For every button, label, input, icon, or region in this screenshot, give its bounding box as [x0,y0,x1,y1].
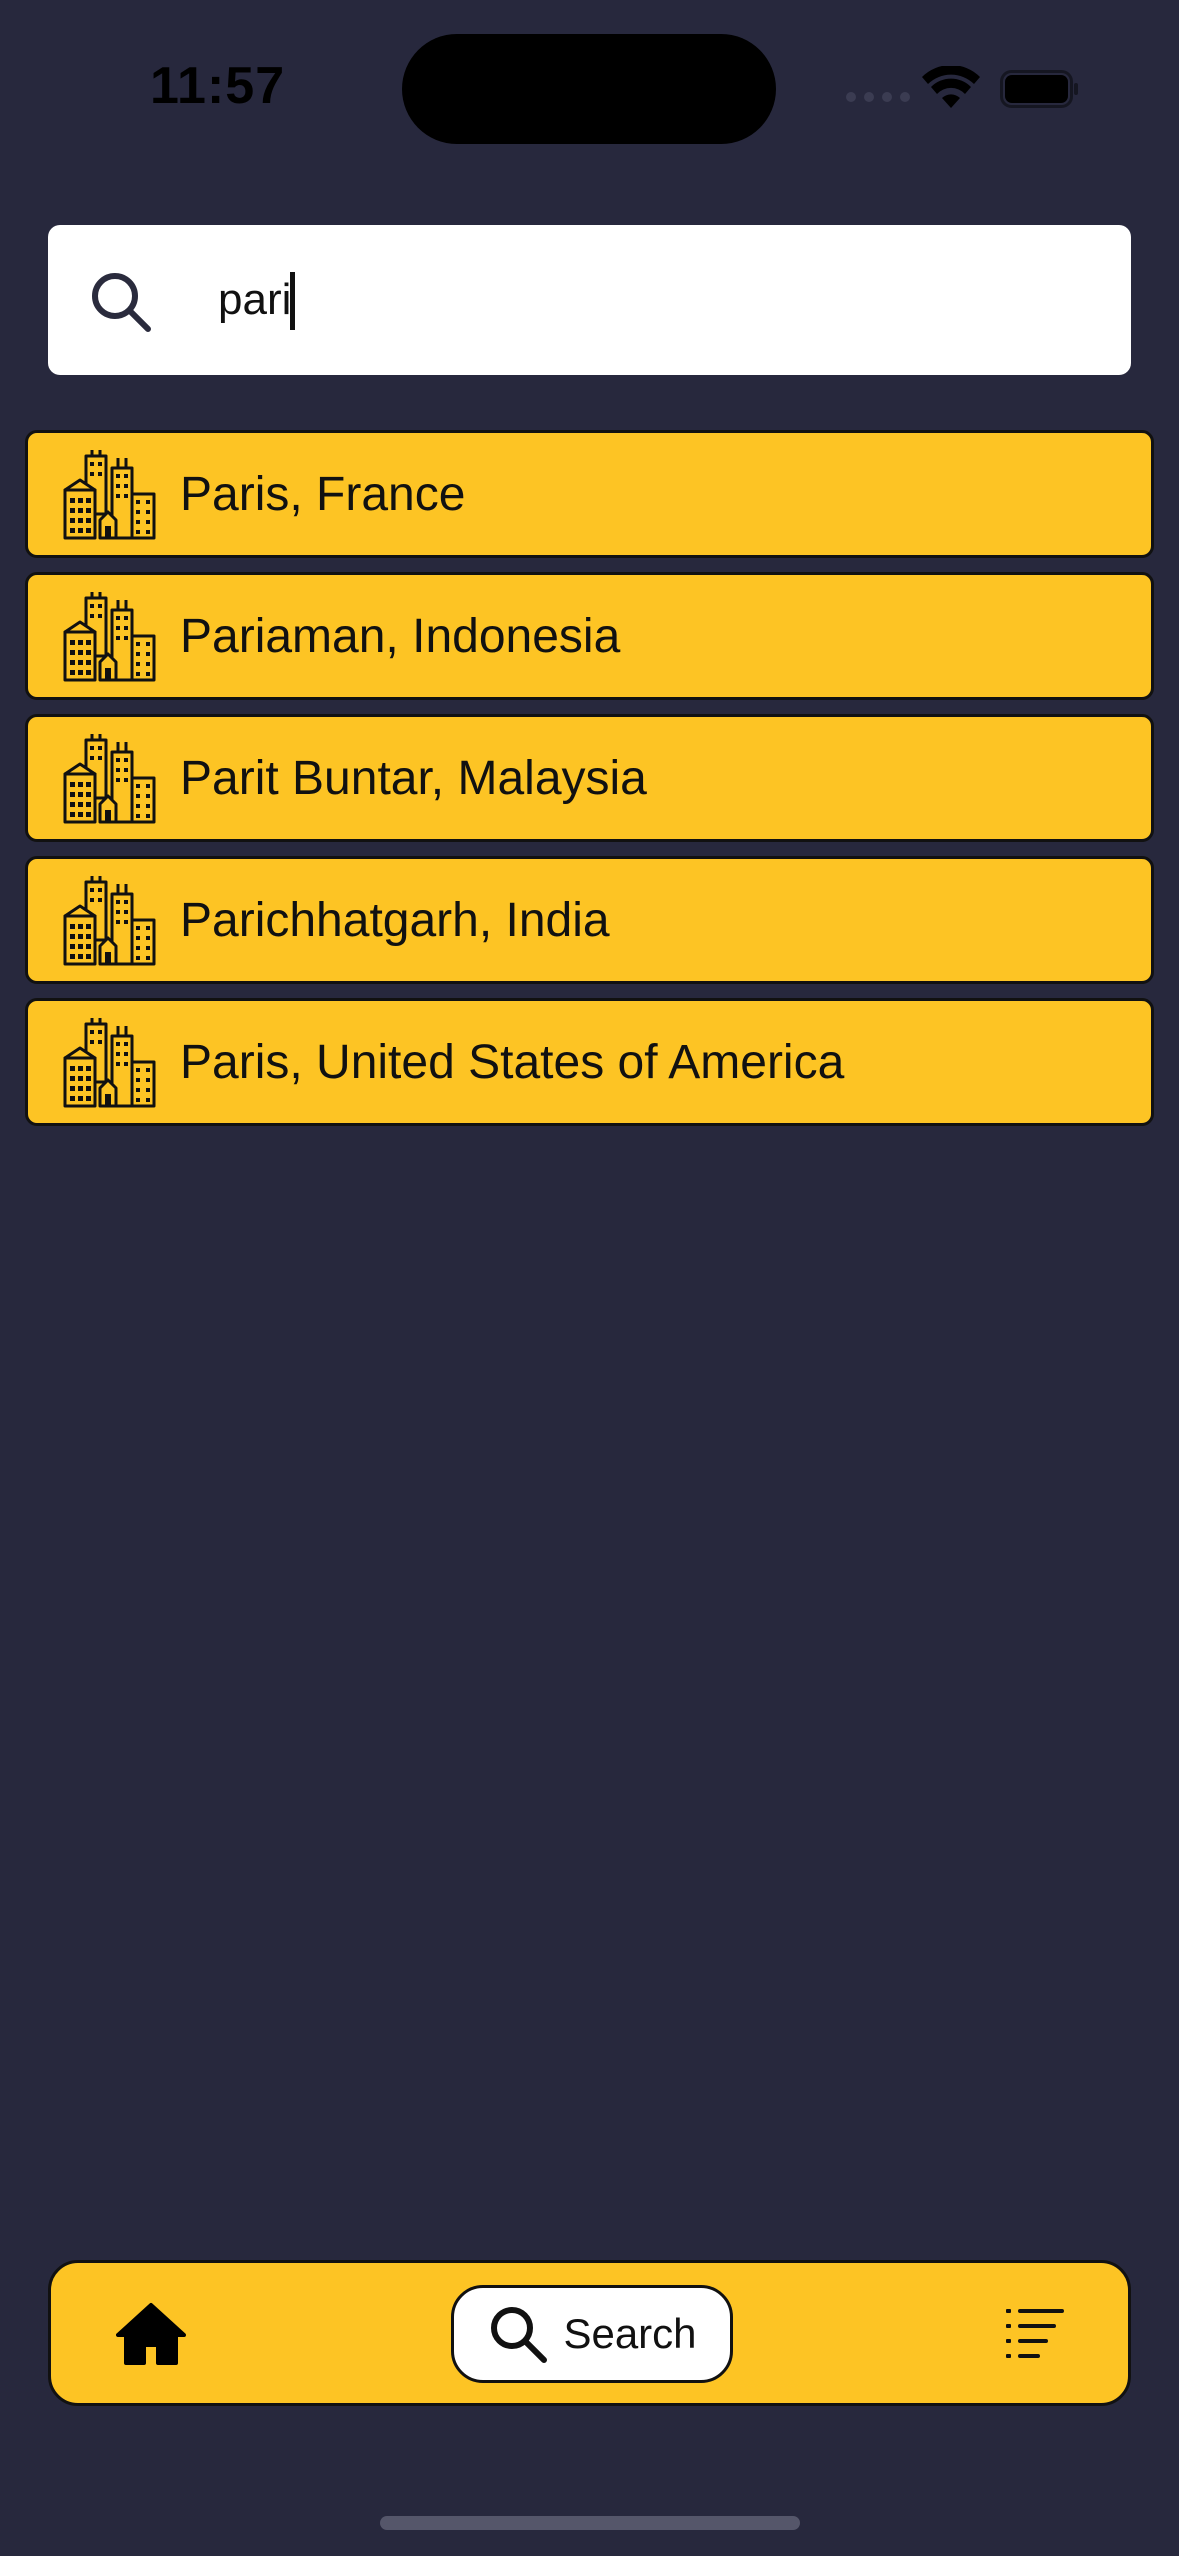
wifi-icon [922,66,980,108]
result-item[interactable]: Parit Buntar, Malaysia [25,714,1154,842]
city-buildings-icon [62,588,158,684]
search-icon [491,2307,548,2363]
home-icon[interactable] [116,2301,186,2367]
result-label: Pariaman, Indonesia [180,609,621,663]
battery-icon [1000,70,1078,108]
search-bar[interactable] [48,225,1131,375]
city-buildings-icon [62,872,158,968]
search-tab-button[interactable]: Search [451,2285,733,2383]
result-label: Parichhatgarh, India [180,893,610,947]
result-label: Paris, United States of America [180,1035,845,1089]
result-item[interactable]: Paris, France [25,430,1154,558]
result-item[interactable]: Pariaman, Indonesia [25,572,1154,700]
app-screen: 11:57 pari Paris, France Pariaman, Indon… [0,0,1179,2556]
list-icon[interactable] [1006,2307,1064,2361]
cellular-signal-icon [846,92,910,102]
dynamic-island [402,34,776,144]
bottom-tab-bar: Search [48,2260,1131,2406]
city-buildings-icon [62,446,158,542]
result-label: Paris, France [180,467,466,521]
result-label: Parit Buntar, Malaysia [180,751,647,805]
city-buildings-icon [62,1014,158,1110]
search-input[interactable] [218,255,1098,345]
city-buildings-icon [62,730,158,826]
search-icon [92,273,151,332]
search-results-list: Paris, France Pariaman, Indonesia Parit … [25,430,1154,1140]
home-indicator [380,2516,800,2530]
result-item[interactable]: Paris, United States of America [25,998,1154,1126]
result-item[interactable]: Parichhatgarh, India [25,856,1154,984]
text-caret [290,272,295,330]
status-time: 11:57 [150,57,286,115]
search-tab-label: Search [563,2310,697,2357]
